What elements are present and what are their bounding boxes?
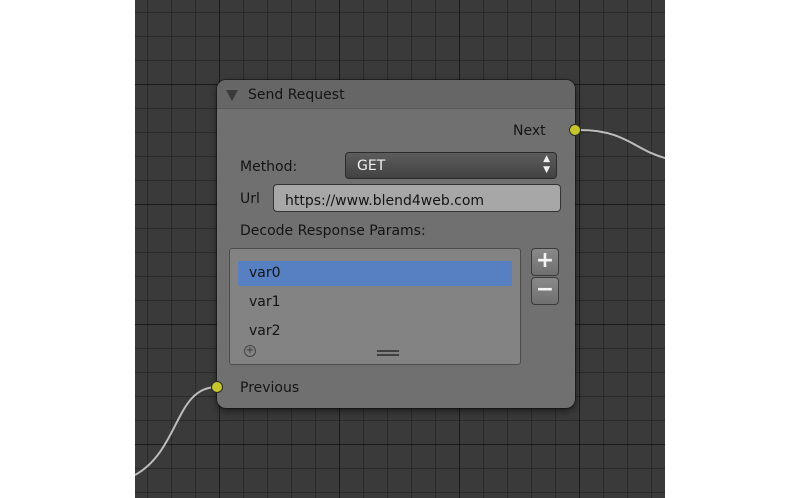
params-list[interactable]: var0 var1 var2 + [229,248,521,365]
link-previous [135,386,218,476]
select-arrows-icon: ▲ ▼ [543,154,550,175]
add-param-button[interactable]: + [531,248,559,276]
node-title: Send Request [248,87,345,103]
node-editor[interactable]: Send Request Next Method: GET ▲▼ Url Dec… [135,0,665,498]
list-item-label: var0 [249,265,281,281]
list-item[interactable]: var2 [238,319,512,344]
decode-params-label: Decode Response Params: [240,223,426,239]
previous-input-label: Previous [240,380,300,396]
send-request-node[interactable]: Send Request Next Method: GET ▲▼ Url Dec… [211,80,581,408]
list-item-label: var2 [249,323,281,339]
list-item-label: var1 [249,294,281,310]
next-output-label: Next [513,123,546,139]
method-value: GET [357,158,386,174]
next-output-socket[interactable] [569,124,581,136]
previous-input-socket[interactable] [211,381,223,393]
remove-icon: − [535,277,555,302]
add-icon: + [535,248,555,273]
method-select[interactable]: GET ▲ ▼ [345,152,557,179]
list-item[interactable]: var1 [238,290,512,315]
node-header[interactable]: Send Request [217,80,575,109]
remove-param-button[interactable]: − [531,277,559,305]
method-label: Method: [240,159,298,175]
collapse-arrow-icon[interactable] [226,90,238,101]
grip-icon[interactable] [377,350,399,356]
filter-add-icon[interactable]: + [244,345,256,357]
list-item[interactable]: var0 [238,261,512,286]
link-next [579,129,665,159]
url-label: Url [240,191,260,207]
url-input[interactable] [273,184,561,212]
